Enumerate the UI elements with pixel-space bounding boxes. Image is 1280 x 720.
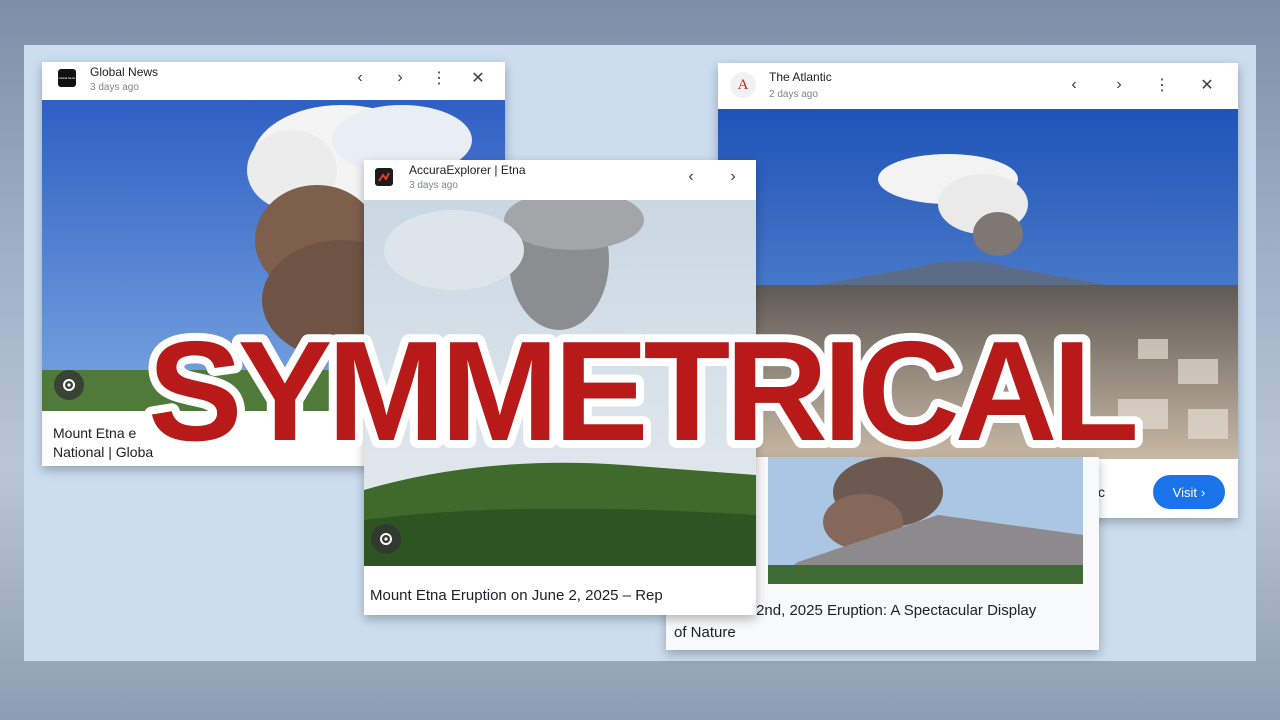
chevron-right-icon: ›: [1116, 76, 1122, 93]
chevron-left-icon: ‹: [688, 168, 694, 185]
close-button[interactable]: ✕: [1196, 74, 1218, 96]
lens-button[interactable]: [54, 370, 84, 400]
lens-button[interactable]: [371, 524, 401, 554]
close-icon: ✕: [471, 70, 485, 87]
chevron-left-icon: ‹: [1071, 76, 1077, 93]
lens-icon: [380, 533, 392, 545]
card-header: A The Atlantic 2 days ago ‹ › ⋮ ✕: [718, 63, 1238, 109]
chevron-right-icon: ›: [1200, 484, 1206, 500]
visit-button[interactable]: Visit ›: [1153, 475, 1225, 509]
card-header: Global News Global News 3 days ago ‹ › ⋮…: [42, 62, 505, 100]
more-button[interactable]: ⋮: [428, 67, 450, 89]
image-card-atlantic[interactable]: A The Atlantic 2 days ago ‹ › ⋮ ✕ c Visi…: [718, 63, 1238, 518]
prev-button[interactable]: ‹: [680, 166, 702, 188]
etna-photo-graphic: [768, 457, 1083, 584]
global-news-favicon: Global News: [58, 69, 76, 87]
source-name: Global News: [90, 65, 159, 79]
smoke-photo-graphic: [364, 200, 756, 566]
etna-photo[interactable]: [768, 457, 1083, 584]
visit-label: Visit: [1172, 484, 1197, 500]
prev-button[interactable]: ‹: [349, 67, 371, 89]
next-button[interactable]: ›: [722, 166, 744, 188]
side-text: c: [1098, 484, 1105, 500]
source-name: The Atlantic: [769, 70, 832, 84]
close-button[interactable]: ✕: [467, 67, 489, 89]
chevron-right-icon: ›: [730, 168, 736, 185]
source-name: AccuraExplorer | Etna: [409, 163, 526, 177]
lens-icon: [63, 379, 75, 391]
more-button[interactable]: ⋮: [1151, 74, 1173, 96]
time-ago: 2 days ago: [769, 89, 818, 100]
atlantic-favicon: A: [730, 72, 756, 98]
next-button[interactable]: ›: [1108, 74, 1130, 96]
prev-button[interactable]: ‹: [1063, 74, 1085, 96]
card-header: AccuraExplorer | Etna 3 days ago ‹ ›: [364, 160, 756, 200]
more-vert-icon: ⋮: [1154, 77, 1170, 94]
next-button[interactable]: ›: [389, 67, 411, 89]
accura-favicon: [375, 168, 393, 186]
more-vert-icon: ⋮: [431, 70, 447, 87]
chevron-left-icon: ‹: [357, 69, 363, 86]
image-card-accuraexplorer[interactable]: AccuraExplorer | Etna 3 days ago ‹ › Mou…: [364, 160, 756, 615]
close-icon: ✕: [1200, 77, 1214, 94]
chevron-right-icon: ›: [397, 69, 403, 86]
city-eruption-photo[interactable]: [718, 109, 1238, 459]
smoke-photo[interactable]: [364, 200, 756, 566]
city-eruption-graphic: [718, 109, 1238, 459]
card-caption[interactable]: Mount Etna Eruption on June 2, 2025 – Re…: [370, 586, 755, 605]
time-ago: 3 days ago: [90, 82, 139, 93]
time-ago: 3 days ago: [409, 180, 458, 191]
